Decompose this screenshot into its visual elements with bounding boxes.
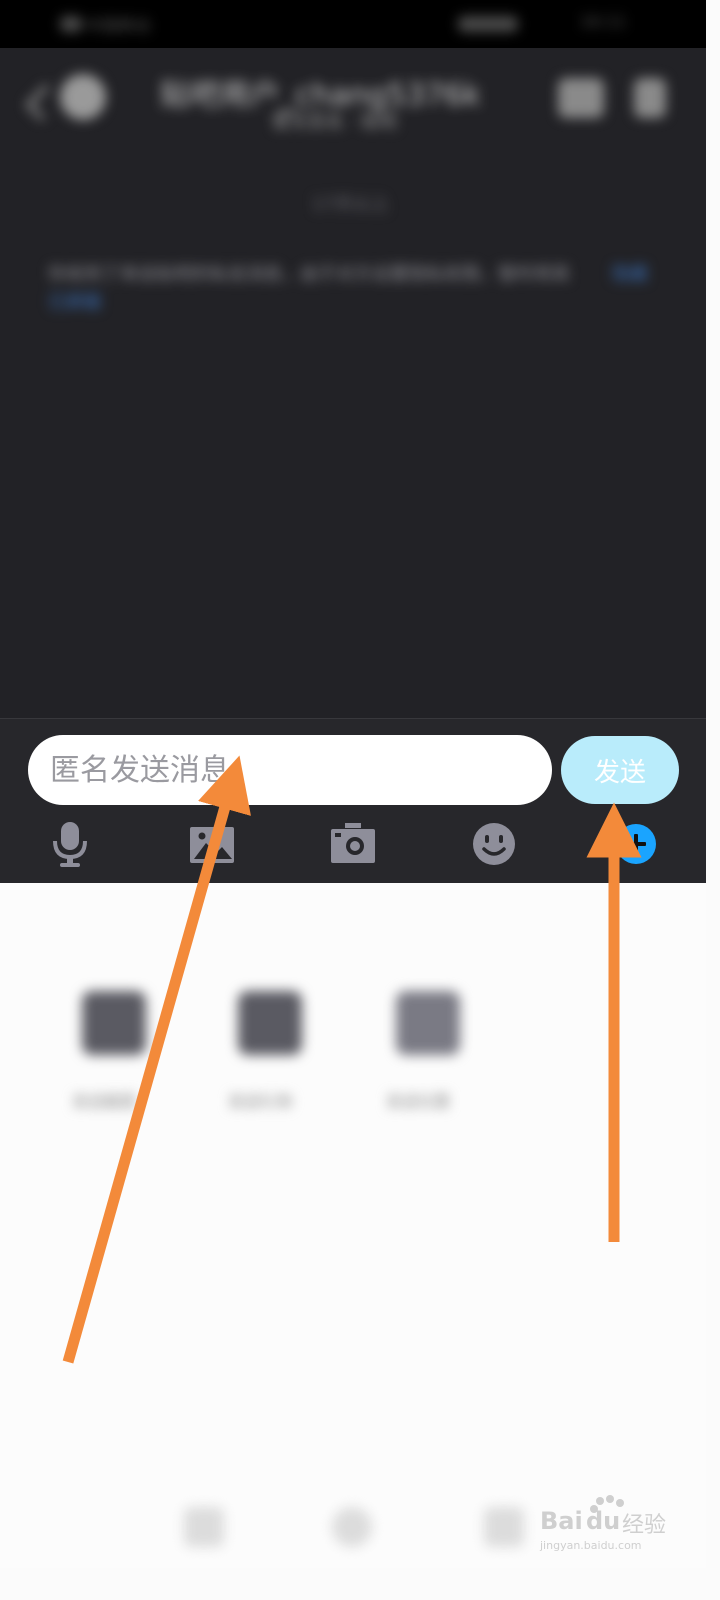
chat-subtitle: 暂无签名 · 贴吧 xyxy=(272,112,398,133)
avatar[interactable] xyxy=(60,74,106,120)
send-button[interactable]: 发送 xyxy=(561,736,679,804)
more-panel: 发送截图 发送礼物 发送位置 xyxy=(0,883,706,1568)
profile-icon[interactable] xyxy=(558,78,604,118)
message-input[interactable] xyxy=(28,735,552,805)
app-icon xyxy=(82,991,146,1055)
status-bar: 中国移动 16:11 xyxy=(0,0,706,48)
camera-icon[interactable] xyxy=(329,819,377,869)
back-nav-icon[interactable] xyxy=(184,1507,224,1547)
notice-link[interactable]: 隐藏 xyxy=(612,260,648,286)
app-label: 发送位置 xyxy=(386,1092,451,1111)
app-label: 发送礼物 xyxy=(228,1092,293,1111)
carrier-label: 中国移动 xyxy=(86,16,151,35)
image-icon[interactable] xyxy=(188,819,236,869)
recents-nav-icon[interactable] xyxy=(484,1507,524,1547)
input-panel: 发送 xyxy=(0,718,706,884)
app-label: 发送截图 xyxy=(72,1092,137,1111)
home-nav-icon[interactable] xyxy=(332,1507,372,1547)
gift-icon xyxy=(238,991,302,1055)
menu-icon[interactable] xyxy=(634,78,666,118)
baidu-watermark: Bai du 经验 jingyan.baidu.com xyxy=(540,1495,670,1555)
microphone-icon[interactable] xyxy=(46,819,94,869)
plus-icon[interactable] xyxy=(614,819,662,869)
emoji-icon[interactable] xyxy=(470,819,518,869)
chat-area: 贴吧用户_chang5376k 暂无签名 · 贴吧 17天以上 你收到了来自贴吧… xyxy=(0,48,706,718)
chat-timestamp: 17天以上 xyxy=(312,194,389,215)
status-time: 16:11 xyxy=(580,12,627,31)
location-icon xyxy=(396,991,460,1055)
chevron-left-icon[interactable] xyxy=(25,84,62,121)
